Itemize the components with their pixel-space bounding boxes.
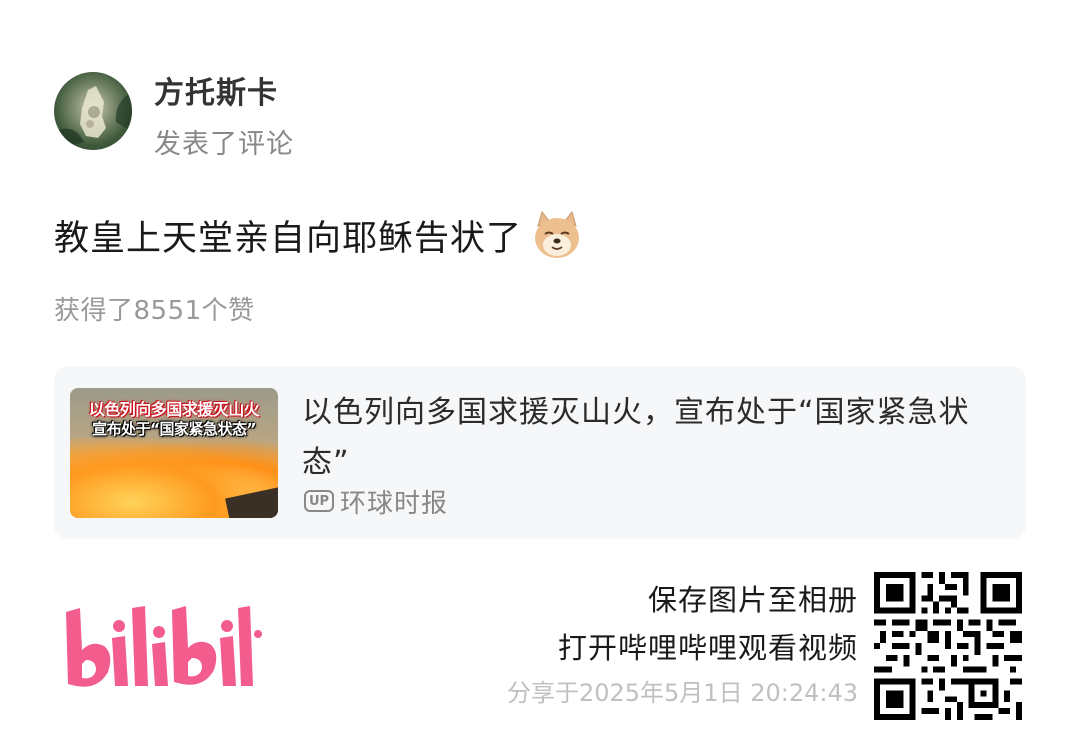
footer-info: 保存图片至相册 打开哔哩哔哩观看视频 分享于2025年5月1日 20:24:43: [507, 578, 858, 712]
author-name: 环球时报: [340, 488, 449, 519]
qr-code-icon: [874, 572, 1022, 720]
video-card[interactable]: 以色列向多国求援灭山火 宣布处于“国家紧急状态” 以色列向多国求援灭山火，宣布处…: [54, 366, 1026, 539]
video-thumbnail[interactable]: 以色列向多国求援灭山火 宣布处于“国家紧急状态”: [70, 388, 278, 518]
comment-row: 教皇上天堂亲自向耶稣告状了: [54, 205, 584, 265]
like-count: 获得了8551个赞: [54, 296, 255, 326]
save-hint: 保存图片至相册: [647, 583, 858, 617]
username[interactable]: 方托斯卡: [154, 68, 278, 112]
comment-text: 教皇上天堂亲自向耶稣告状了: [54, 218, 523, 259]
share-timestamp: 分享于2025年5月1日 20:24:43: [506, 679, 858, 707]
thumbnail-caption-bottom: 宣布处于“国家紧急状态”: [92, 420, 256, 438]
open-app-hint: 打开哔哩哔哩观看视频: [557, 631, 858, 665]
video-title[interactable]: 以色列向多国求援灭山火，宣布处于“国家紧急状态”: [302, 388, 1002, 488]
avatar[interactable]: [54, 72, 132, 150]
doge-icon: [535, 210, 580, 258]
action-label: 发表了评论: [154, 129, 294, 160]
up-badge-icon: UP: [304, 490, 334, 512]
video-author[interactable]: UP 环球时报: [304, 484, 449, 519]
thumbnail-caption-top: 以色列向多国求援灭山火: [88, 400, 260, 419]
bilibili-logo: [66, 606, 262, 687]
